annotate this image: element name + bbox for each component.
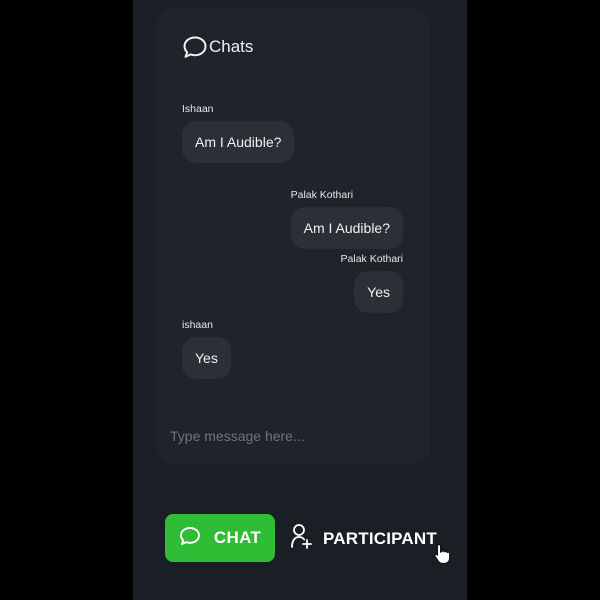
message-sender: ishaan xyxy=(182,319,213,331)
chat-bubble-icon xyxy=(182,35,208,59)
message-item: Palak Kothari Yes xyxy=(341,253,403,313)
chat-bubble-icon xyxy=(179,526,201,551)
message-item: Palak Kothari Am I Audible? xyxy=(290,189,403,249)
viewport: Chats Ishaan Am I Audible? Palak Kothari… xyxy=(0,0,600,600)
chat-button[interactable]: CHAT xyxy=(165,514,275,562)
message-bubble: Yes xyxy=(354,271,403,313)
message-input[interactable] xyxy=(168,422,412,450)
message-bubble: Yes xyxy=(182,337,231,379)
message-sender: Palak Kothari xyxy=(340,253,403,265)
participant-button[interactable]: PARTICIPANT xyxy=(289,522,437,556)
chat-title: Chats xyxy=(209,37,254,56)
message-sender: Ishaan xyxy=(182,103,214,115)
message-item: ishaan Yes xyxy=(182,319,231,379)
person-add-icon xyxy=(289,522,315,557)
message-item: Ishaan Am I Audible? xyxy=(182,103,295,163)
chat-button-label: CHAT xyxy=(213,528,262,547)
hand-cursor-icon xyxy=(433,543,451,570)
message-bubble: Am I Audible? xyxy=(290,207,403,249)
chat-header: Chats xyxy=(182,35,253,59)
chat-panel: Chats Ishaan Am I Audible? Palak Kothari… xyxy=(156,8,430,464)
participant-button-label: PARTICIPANT xyxy=(323,529,437,548)
app-screen: Chats Ishaan Am I Audible? Palak Kothari… xyxy=(133,0,467,600)
message-bubble: Am I Audible? xyxy=(182,121,295,163)
message-sender: Palak Kothari xyxy=(290,189,354,201)
